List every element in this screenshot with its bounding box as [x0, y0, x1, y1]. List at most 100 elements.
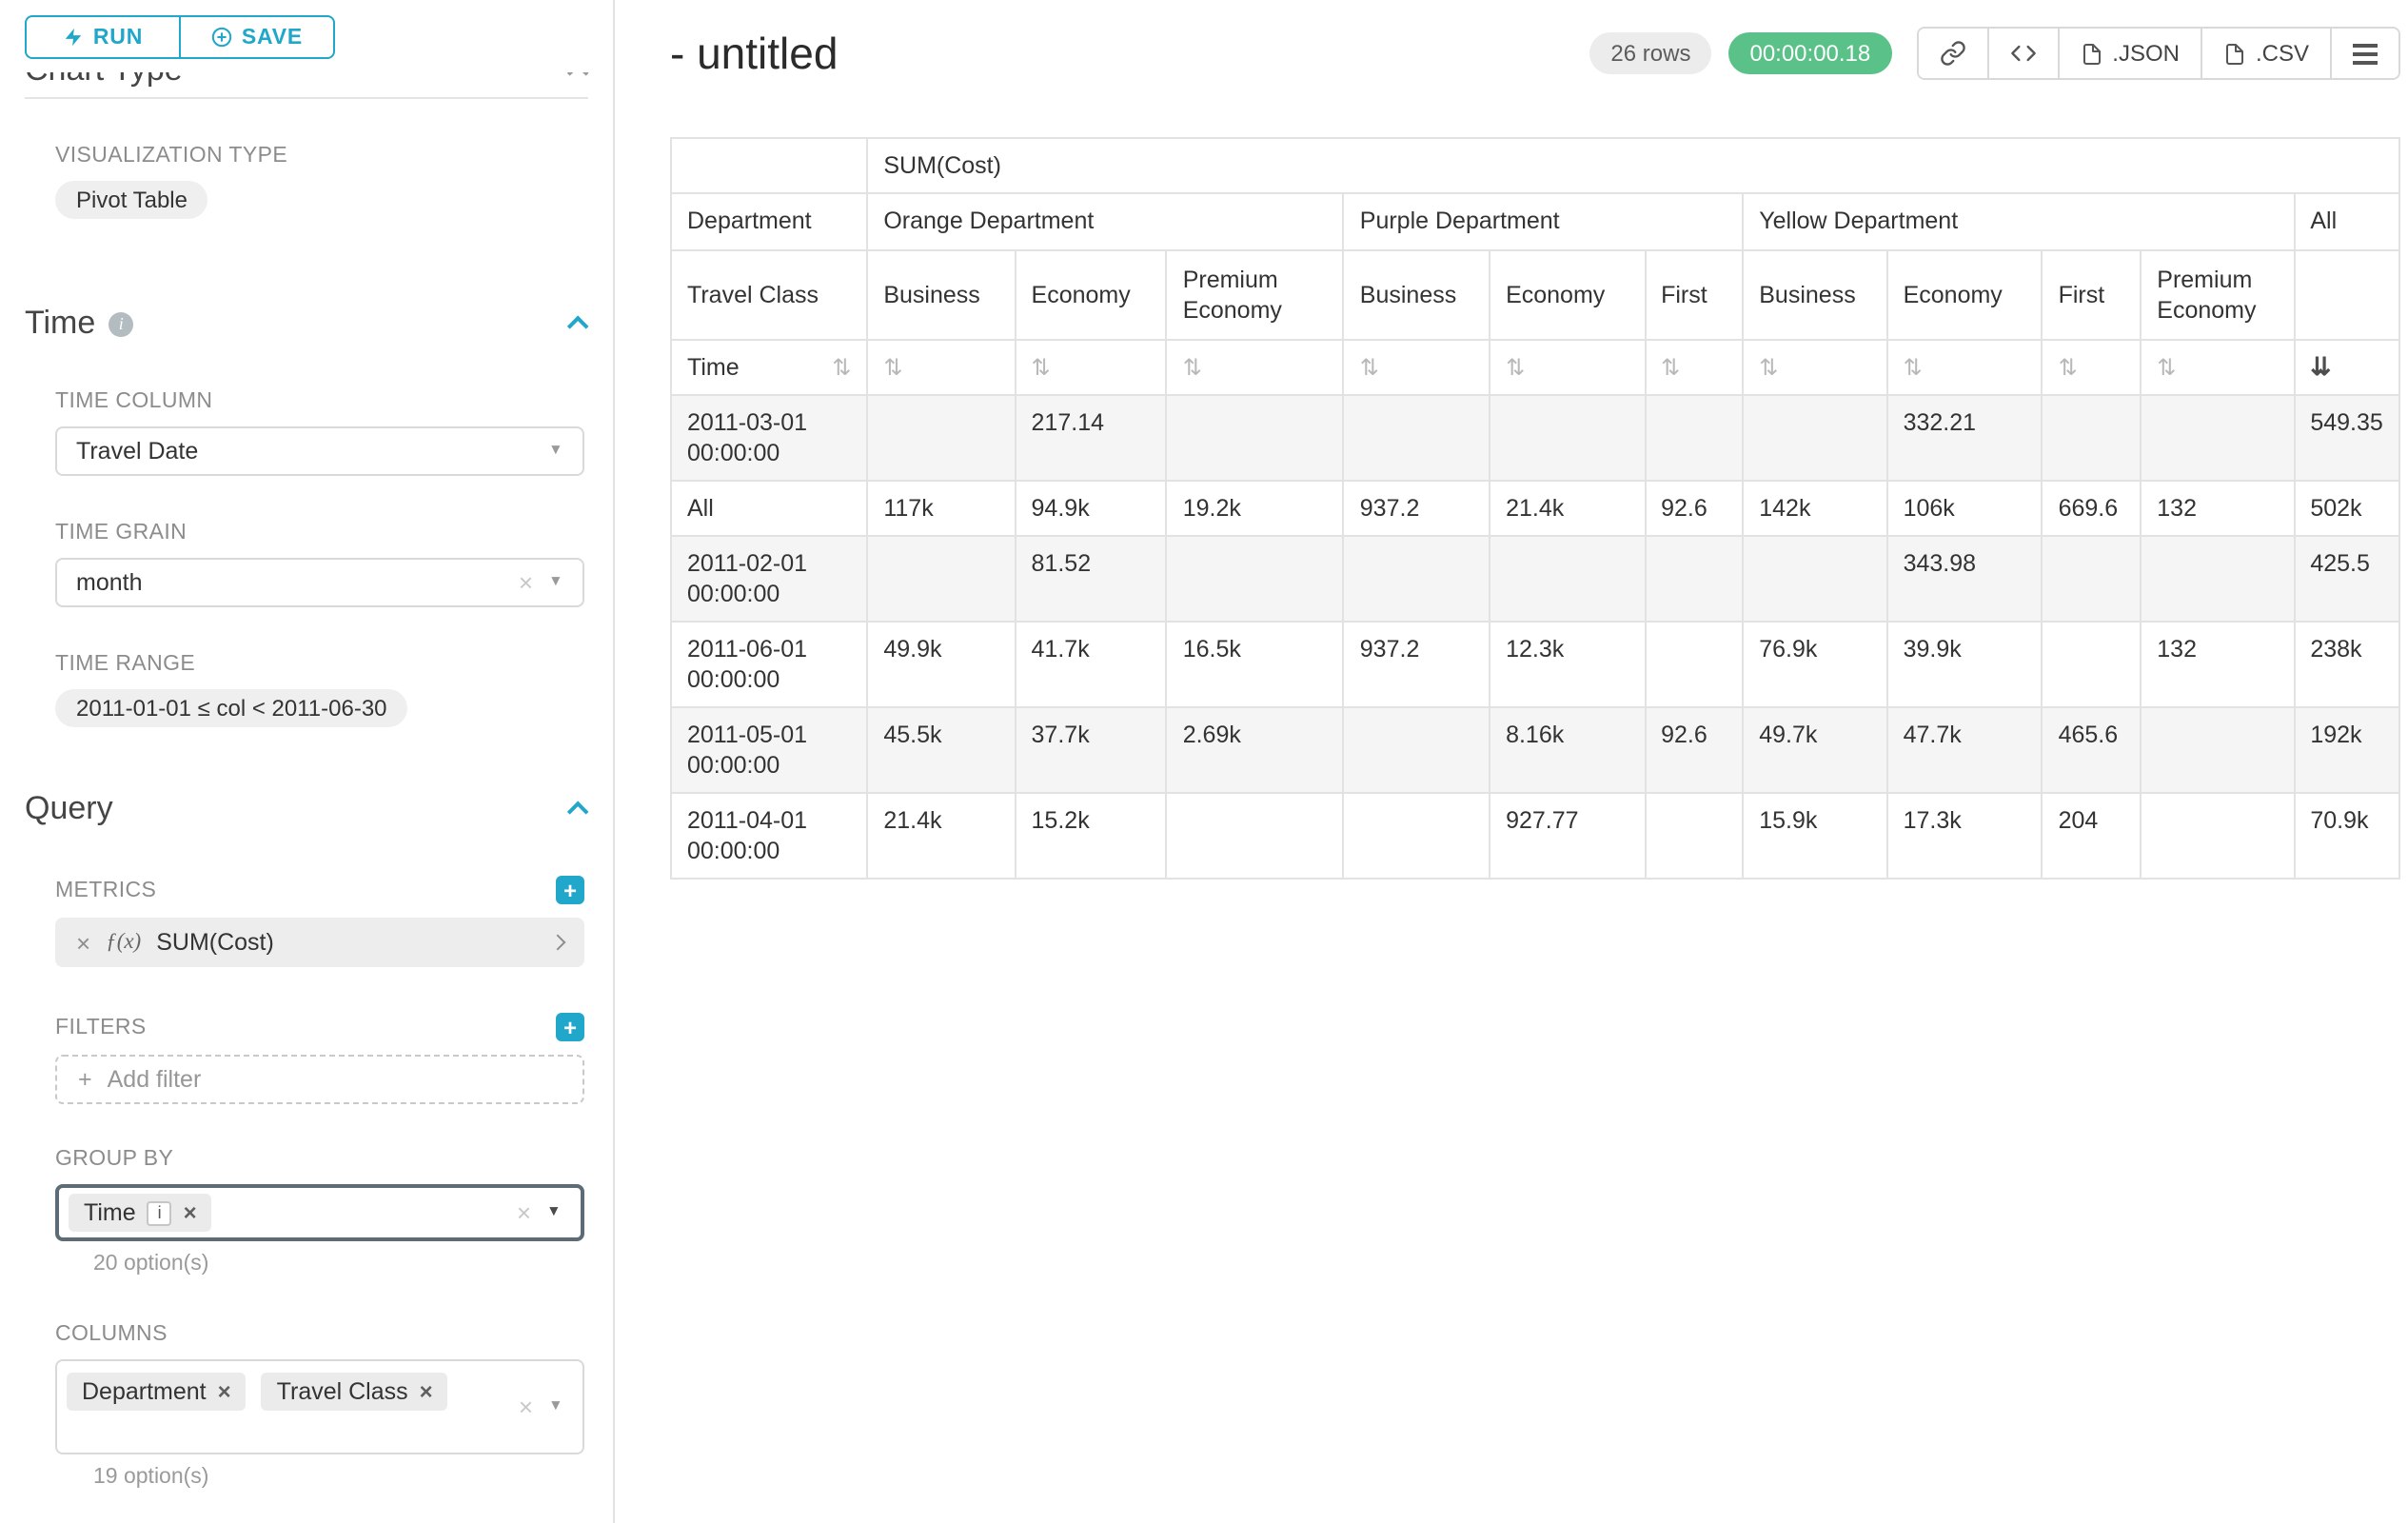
query-section-title: Query [25, 788, 113, 830]
save-label: SAVE [242, 26, 303, 49]
caret-down-icon: ▼ [546, 1205, 561, 1220]
sort-desc-icon[interactable]: ⇊ [2310, 352, 2331, 381]
save-button[interactable]: SAVE [179, 15, 335, 59]
clear-icon[interactable]: × [519, 1394, 533, 1419]
pivot-cell: 204 [2043, 793, 2142, 879]
hamburger-icon [2353, 43, 2378, 64]
sort-icon[interactable]: ⇅ [1661, 354, 1680, 381]
groupby-chip[interactable]: Timei× [69, 1194, 212, 1232]
sort-icon[interactable]: ⇅ [1360, 354, 1379, 381]
pivot-cell: 927.77 [1490, 793, 1645, 879]
groupby-select[interactable]: Timei× × ▼ [55, 1184, 584, 1241]
sort-icon[interactable]: ⇅ [2157, 354, 2176, 381]
pivot-cell [1645, 622, 1743, 707]
pivot-cell: 142k [1743, 481, 1886, 536]
sortable-column-header[interactable]: ⇅ [867, 340, 1015, 395]
time-section-header[interactable]: Time i [25, 303, 588, 345]
columns-options-hint: 19 option(s) [93, 1466, 584, 1489]
time-axis-flex: Time⇅ [687, 352, 851, 383]
remove-chip-icon[interactable]: × [420, 1380, 433, 1403]
travel-class-header: First [1645, 250, 1743, 340]
add-filter-plus-button[interactable]: + [556, 1013, 584, 1041]
travel-class-header: First [2043, 250, 2142, 340]
sort-icon[interactable]: ⇅ [832, 356, 851, 379]
view-query-button[interactable] [1986, 29, 2057, 78]
columns-select[interactable]: Department×Travel Class× × ▼ [55, 1359, 584, 1454]
pivot-cell [1743, 395, 1886, 481]
query-section-header[interactable]: Query [25, 788, 588, 830]
panel-scroll-area[interactable]: Chart Type VISUALIZATION TYPE Pivot Tabl… [0, 72, 613, 1523]
clear-icon[interactable]: × [519, 570, 533, 595]
pivot-header-row: Travel ClassBusinessEconomyPremium Econo… [671, 250, 2399, 340]
export-json-button[interactable]: .JSON [2057, 29, 2201, 78]
sort-icon[interactable]: ⇅ [1506, 354, 1525, 381]
pivot-cell: 45.5k [867, 707, 1015, 793]
collapse-chevron-icon[interactable] [567, 316, 589, 338]
pivot-table: SUM(Cost)DepartmentOrange DepartmentPurp… [670, 137, 2400, 880]
pivot-cell: 21.4k [867, 793, 1015, 879]
sort-icon[interactable]: ⇅ [1759, 354, 1778, 381]
pivot-data-row: All117k94.9k19.2k937.221.4k92.6142k106k6… [671, 481, 2399, 536]
pivot-cell [1344, 536, 1490, 622]
sortable-column-header[interactable]: ⇊ [2294, 340, 2399, 395]
chart-type-header[interactable]: Chart Type [25, 72, 588, 91]
department-axis-label: Department [671, 193, 867, 250]
time-column-select[interactable]: Travel Date ▼ [55, 426, 584, 476]
columns-chips: Department× Travel Class× [67, 1373, 448, 1411]
pivot-row-header: 2011-04-01 00:00:00 [671, 793, 867, 879]
query-timer-badge: 00:00:00.18 [1728, 32, 1891, 74]
pivot-cell [1167, 536, 1344, 622]
menu-button[interactable] [2330, 29, 2398, 78]
columns-label: COLUMNS [55, 1323, 584, 1346]
pivot-row-header: 2011-02-01 00:00:00 [671, 536, 867, 622]
chart-title[interactable]: - untitled [670, 25, 838, 82]
time-grain-select[interactable]: month × ▼ [55, 558, 584, 607]
info-icon[interactable]: i [109, 311, 133, 336]
add-metric-button[interactable]: + [556, 876, 584, 904]
sort-icon[interactable]: ⇅ [883, 354, 902, 381]
time-column-value: Travel Date [76, 438, 198, 465]
time-range-pill[interactable]: 2011-01-01 ≤ col < 2011-06-30 [55, 689, 408, 727]
chevron-up-icon[interactable] [567, 72, 589, 84]
sortable-column-header[interactable]: ⇅ [1167, 340, 1344, 395]
file-icon [2223, 41, 2246, 66]
columns-chip[interactable]: Travel Class× [262, 1373, 448, 1411]
metric-chip[interactable]: × ƒ(x) SUM(Cost) [55, 918, 584, 967]
sortable-column-header[interactable]: ⇅ [1344, 340, 1490, 395]
result-toolbar: 26 rows 00:00:00.18 .JSON .CSV [1589, 27, 2400, 80]
pivot-cell: 76.9k [1743, 622, 1886, 707]
metrics-label: METRICS [55, 879, 156, 901]
sortable-column-header[interactable]: ⇅ [1743, 340, 1886, 395]
remove-chip-icon[interactable]: × [184, 1201, 197, 1224]
pivot-cell [2043, 536, 2142, 622]
info-badge-icon[interactable]: i [148, 1200, 172, 1225]
export-csv-button[interactable]: .CSV [2201, 29, 2330, 78]
share-link-button[interactable] [1918, 29, 1986, 78]
run-button[interactable]: RUN [25, 15, 179, 59]
columns-chip[interactable]: Department× [67, 1373, 247, 1411]
sortable-column-header[interactable]: ⇅ [1490, 340, 1645, 395]
remove-chip-icon[interactable]: × [218, 1380, 231, 1403]
groupby-options-hint: 20 option(s) [93, 1253, 584, 1276]
pivot-row-header: 2011-03-01 00:00:00 [671, 395, 867, 481]
remove-metric-icon[interactable]: × [76, 930, 90, 955]
time-column-label: TIME COLUMN [55, 390, 584, 413]
sortable-column-header[interactable]: ⇅ [2043, 340, 2142, 395]
viz-type-pill[interactable]: Pivot Table [55, 181, 208, 219]
sort-icon[interactable]: ⇅ [1032, 354, 1051, 381]
pivot-cell: 217.14 [1016, 395, 1167, 481]
pivot-cell [2043, 622, 2142, 707]
add-filter-button[interactable]: + Add filter [55, 1055, 584, 1104]
sortable-column-header[interactable]: ⇅ [1016, 340, 1167, 395]
sortable-column-header[interactable]: ⇅ [1887, 340, 2043, 395]
clear-icon[interactable]: × [517, 1200, 531, 1225]
sort-icon[interactable]: ⇅ [2059, 354, 2078, 381]
sort-icon[interactable]: ⇅ [1183, 354, 1202, 381]
pivot-cell: 937.2 [1344, 622, 1490, 707]
collapse-chevron-icon[interactable] [567, 801, 589, 823]
sortable-column-header[interactable]: ⇅ [2141, 340, 2294, 395]
sort-icon[interactable]: ⇅ [1904, 354, 1923, 381]
pivot-cell: 669.6 [2043, 481, 2142, 536]
chevron-right-icon[interactable] [550, 935, 566, 951]
sortable-column-header[interactable]: ⇅ [1645, 340, 1743, 395]
